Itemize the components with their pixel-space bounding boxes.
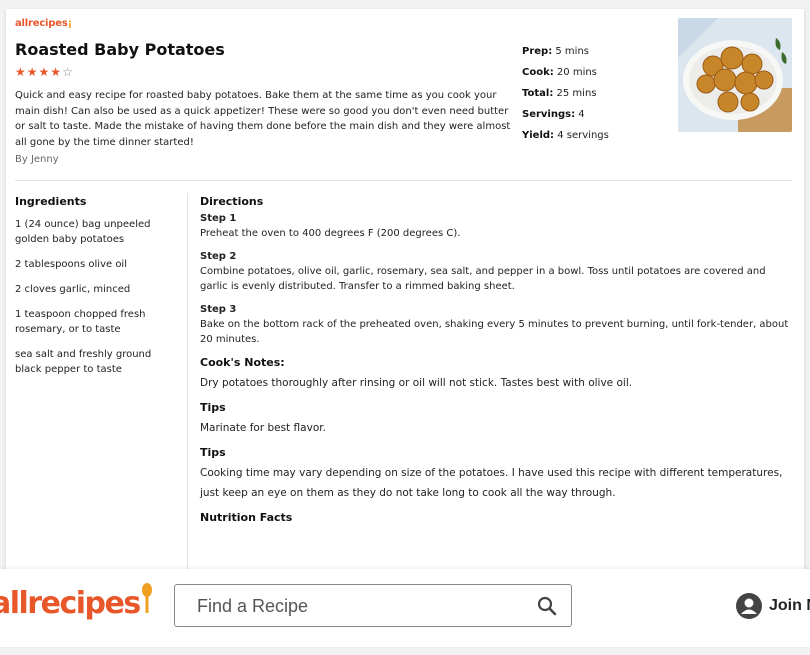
recipe-card: allrecipes¡ Roasted Baby Potatoes ★★★★☆ … [6, 9, 804, 589]
notes-list: Cook's Notes: Dry potatoes thoroughly aft… [200, 356, 790, 503]
step-text: Preheat the oven to 400 degrees F (200 d… [200, 228, 461, 239]
site-header: allrecipes Join N [0, 569, 810, 647]
step-label: Step 2 [200, 250, 237, 262]
search-input[interactable] [195, 585, 529, 628]
steps-list: Step 1 Preheat the oven to 400 degrees F … [200, 212, 790, 348]
column-divider [187, 193, 188, 589]
search-box[interactable] [174, 584, 572, 628]
star-filled-icon: ★ [50, 65, 63, 79]
meta-row: Yield: 4 servings [522, 125, 609, 146]
ingredient-item[interactable]: 2 tablespoons olive oil [15, 257, 180, 272]
note-text: Marinate for best flavor. [200, 421, 326, 434]
meta-value: 5 mins [555, 46, 589, 57]
meta-label: Yield: [522, 130, 555, 141]
meta-row: Prep: 5 mins [522, 41, 609, 62]
allrecipes-logo[interactable]: allrecipes [0, 583, 153, 621]
recipe-meta: Prep: 5 mins Cook: 20 mins Total: 25 mins S… [522, 41, 609, 146]
note-text: Cooking time may vary depending on size … [200, 466, 783, 499]
logo-text: allrecipes [0, 586, 141, 621]
meta-label: Servings: [522, 109, 576, 120]
meta-value: 25 mins [556, 88, 597, 99]
meta-label: Total: [522, 88, 554, 99]
ingredient-item[interactable]: 2 cloves garlic, minced [15, 282, 180, 297]
recipe-author[interactable]: By Jenny [15, 154, 59, 165]
user-icon [736, 593, 762, 619]
recipe-photo[interactable] [678, 18, 792, 132]
search-icon[interactable] [537, 596, 557, 616]
directions-section: Directions Step 1 Preheat the oven to 400… [200, 195, 790, 528]
ingredients-heading: Ingredients [15, 195, 87, 208]
star-filled-icon: ★ [15, 65, 27, 79]
meta-label: Cook: [522, 67, 554, 78]
star-empty-icon: ☆ [62, 65, 74, 79]
allrecipes-logo-small[interactable]: allrecipes¡ [15, 18, 72, 29]
rating-stars[interactable]: ★★★★☆ [15, 65, 74, 79]
star-filled-icon: ★ [38, 65, 51, 79]
ingredient-item[interactable]: sea salt and freshly ground black pepper… [15, 347, 180, 377]
recipe-description: Quick and easy recipe for roasted baby p… [15, 90, 511, 148]
note-text: Dry potatoes thoroughly after rinsing or… [200, 376, 633, 389]
section-divider [15, 180, 792, 181]
meta-label: Prep: [522, 46, 553, 57]
ingredients-list: 1 (24 ounce) bag unpeeled golden baby po… [15, 217, 180, 387]
meta-row: Servings: 4 [522, 104, 609, 125]
meta-row: Total: 25 mins [522, 83, 609, 104]
join-label: Join N [769, 597, 810, 614]
potatoes-image [678, 18, 792, 132]
ingredient-item[interactable]: 1 (24 ounce) bag unpeeled golden baby po… [15, 217, 180, 247]
ingredient-item[interactable]: 1 teaspoon chopped fresh rosemary, or to… [15, 307, 180, 337]
step-label: Step 3 [200, 303, 237, 315]
step-text: Bake on the bottom rack of the preheated… [200, 318, 789, 346]
meta-value: 20 mins [556, 67, 597, 78]
join-now-button[interactable]: Join N [736, 593, 810, 619]
step-text: Combine potatoes, olive oil, garlic, ros… [200, 265, 766, 293]
nutrition-heading[interactable]: Nutrition Facts [200, 511, 790, 524]
step-label: Step 1 [200, 213, 237, 224]
spoon-icon [141, 583, 152, 613]
meta-value: 4 [578, 109, 585, 120]
directions-heading: Directions [200, 195, 264, 208]
recipe-title: Roasted Baby Potatoes [15, 40, 225, 59]
meta-row: Cook: 20 mins [522, 62, 609, 83]
star-filled-icon: ★ [26, 65, 39, 79]
spoon-icon: ¡ [67, 18, 73, 29]
note-heading: Cook's Notes: [200, 355, 285, 369]
brand-name: allrecipes [15, 18, 68, 29]
note-heading: Tips [200, 400, 226, 414]
note-heading: Tips [200, 445, 226, 459]
meta-value: 4 servings [557, 130, 609, 141]
